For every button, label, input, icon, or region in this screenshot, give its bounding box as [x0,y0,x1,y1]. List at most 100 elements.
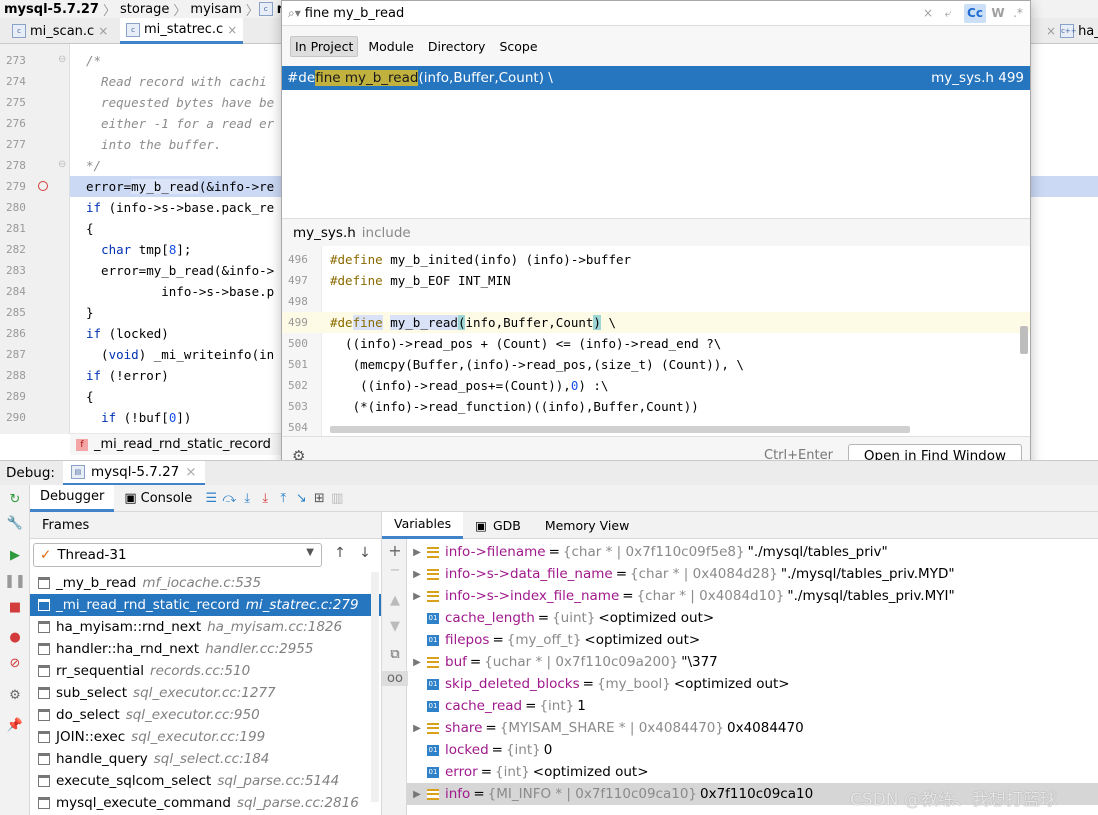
force-step-into-icon[interactable]: ⤓ [256,491,274,506]
line-number[interactable]: 275 [0,92,70,113]
line-number[interactable]: 286 [0,323,70,344]
stack-frame[interactable]: rr_sequential records.cc:510 [30,660,381,682]
stack-frame[interactable]: ha_myisam::rnd_next ha_myisam.cc:1826 [30,616,381,638]
stack-frame[interactable]: sub_select sql_executor.cc:1277 [30,682,381,704]
fold-icon[interactable]: ⊖ [58,54,66,65]
expand-arrow-icon[interactable]: ▶ [407,569,427,580]
search-icon[interactable]: ⌕▾ [288,6,301,21]
variable-row[interactable]: ▶ info->s->data_file_name = {char * | 0x408… [407,563,1098,585]
rerun-icon[interactable]: ↻ [0,489,30,511]
code-preview[interactable]: 496 #define my_b_inited(info) (info)->buf… [282,246,1030,436]
variable-row[interactable]: ▶ info->filename = {char * | 0x7f110c09f5e8… [407,541,1098,563]
wrench-icon[interactable]: 🔧 [0,513,30,535]
breadcrumb-storage[interactable]: storage [116,2,173,17]
stack-frame[interactable]: _my_b_read mf_iocache.c:535 [30,572,381,594]
line-number[interactable]: 273 ⊖ [0,50,70,71]
variable-row[interactable]: ▶ info->s->index_file_name = {char * | 0x40… [407,585,1098,607]
breadcrumb-project[interactable]: mysql-5.7.27 [0,2,103,17]
new-line-icon[interactable]: ⤶ [940,4,956,23]
line-number[interactable]: 288 [0,365,70,386]
scope-scope[interactable]: Scope [495,37,541,56]
line-number[interactable]: 281 [0,218,70,239]
expand-arrow-icon[interactable]: ▶ [407,591,427,602]
view-breakpoints-icon[interactable]: ● [0,627,30,649]
variable-row[interactable]: 01 cache_length = {uint} <optimized out> [407,607,1098,629]
stack-frame[interactable]: handler::ha_rnd_next handler.cc:2955 [30,638,381,660]
variable-row[interactable]: ▶ share = {MYISAM_SHARE * | 0x4084470} 0x408… [407,717,1098,739]
clear-icon[interactable]: × [920,4,936,23]
thread-selector[interactable]: ✓ Thread-31 ▼ [33,543,322,567]
line-number[interactable]: 284 [0,281,70,302]
tab-memory-view[interactable]: Memory View [533,512,641,539]
evaluate-icon[interactable]: ⊞ [310,491,328,506]
words-toggle[interactable]: W [990,4,1006,23]
variable-row[interactable]: 01 locked = {int} 0 [407,739,1098,761]
expand-arrow-icon[interactable]: ▶ [407,657,427,668]
variable-row[interactable]: 01 error = {int} <optimized out> [407,761,1098,783]
close-icon[interactable]: × [1046,24,1056,38]
tab-debugger[interactable]: Debugger [30,484,115,512]
scope-module[interactable]: Module [364,37,417,56]
stack-frame[interactable]: do_select sql_executor.cc:950 [30,704,381,726]
scope-directory[interactable]: Directory [424,37,490,56]
preview-scrollbar[interactable] [1020,326,1028,354]
run-to-cursor-icon[interactable]: ↘ [292,491,310,506]
breadcrumb-myisam[interactable]: myisam [186,2,245,17]
stack-frame[interactable]: _mi_read_rnd_static_record mi_statrec.c:2… [30,594,381,616]
close-icon[interactable]: × [185,464,196,480]
add-watch-icon[interactable]: + [382,541,408,560]
scope-in-project[interactable]: In Project [290,35,359,57]
settings-icon[interactable]: ⚙ [0,685,30,707]
fold-icon[interactable]: ⊖ [58,159,66,170]
menu-icon[interactable]: ☰ [202,491,220,506]
pin-icon[interactable]: 📌 [0,715,30,737]
mute-breakpoints-icon[interactable]: ⊘ [0,653,30,675]
close-icon[interactable]: × [227,23,237,37]
variable-row[interactable]: ▶ buf = {uchar * | 0x7f110c09a200} "\377 [407,651,1098,673]
line-number[interactable]: 276 [0,113,70,134]
stop-icon[interactable]: ■ [0,597,30,619]
line-number[interactable]: 283 [0,260,70,281]
expand-arrow-icon[interactable]: ▶ [407,789,427,800]
pause-icon[interactable]: ❚❚ [0,571,30,593]
line-number[interactable]: 278 ⊖ [0,155,70,176]
stack-frame[interactable]: mysql_execute_command sql_parse.cc:2816 [30,792,381,814]
resume-icon[interactable]: ▶ [0,545,30,567]
tab-console[interactable]: ▣ Console [114,485,202,512]
step-out-icon[interactable]: ⤒ [274,491,292,506]
variable-row[interactable]: 01 skip_deleted_blocks = {my_bool} <optimize… [407,673,1098,695]
frames-scrollbar[interactable] [371,572,379,802]
line-number[interactable]: 287 [0,344,70,365]
arrow-up-icon[interactable]: ↑ [330,545,350,561]
tab-mi-scan[interactable]: c mi_scan.c × [6,18,114,44]
run-config-tab[interactable]: ▤ mysql-5.7.27 × [62,460,205,486]
expand-arrow-icon[interactable]: ▶ [407,547,427,558]
arrow-down-icon[interactable]: ↓ [355,545,375,561]
function-breadcrumb[interactable]: f _mi_read_rnd_static_record [70,433,290,455]
move-up-icon[interactable]: ▲ [382,593,408,608]
line-number[interactable]: 285 [0,302,70,323]
line-number[interactable]: 279 [0,176,70,197]
move-down-icon[interactable]: ▼ [382,619,408,634]
match-case-toggle[interactable]: Cc [964,4,986,23]
search-input[interactable] [304,5,865,21]
line-number[interactable]: 289 [0,386,70,407]
breakpoint-icon[interactable] [38,181,48,191]
close-icon[interactable]: × [98,24,108,38]
watches-toggle-icon[interactable]: oo [382,671,408,686]
line-number[interactable]: 274 [0,71,70,92]
step-into-icon[interactable]: ⤓ [238,491,256,506]
regex-toggle[interactable]: .* [1010,4,1026,23]
copy-icon[interactable]: ⧉ [382,647,408,662]
layout-icon[interactable]: ▥ [328,491,346,506]
line-number[interactable]: 290 [0,407,70,428]
tab-ha-myisam[interactable]: × c++ ha_ [1040,18,1098,44]
remove-watch-icon[interactable]: − [382,563,408,578]
preview-horizontal-scrollbar[interactable] [330,426,910,433]
variable-row[interactable]: 01 filepos = {my_off_t} <optimized out> [407,629,1098,651]
tab-variables[interactable]: Variables [382,511,464,539]
tab-mi-statrec[interactable]: c mi_statrec.c × [120,18,244,44]
stack-frame[interactable]: JOIN::exec sql_executor.cc:199 [30,726,381,748]
stack-frame[interactable]: handle_query sql_select.cc:184 [30,748,381,770]
line-number[interactable]: 277 [0,134,70,155]
